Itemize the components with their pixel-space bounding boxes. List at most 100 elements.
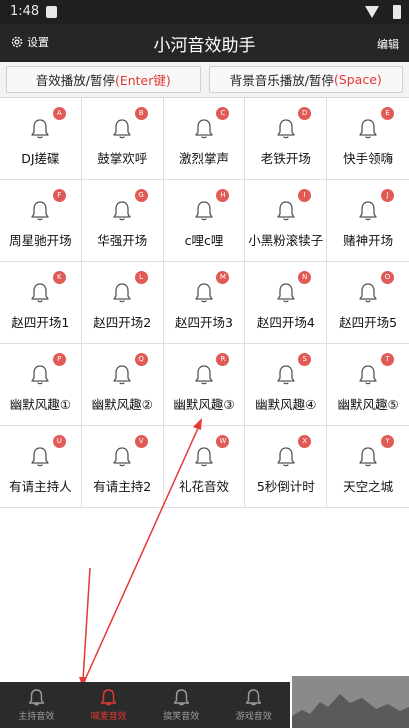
bell-icon [277, 365, 295, 385]
shortcut-badge: R [216, 353, 230, 366]
sound-button[interactable]: X 5秒倒计时 [245, 426, 328, 508]
sound-label: 幽默风趣③ [173, 397, 235, 412]
sound-button[interactable]: Q 幽默风趣② [81, 344, 164, 426]
shortcut-badge: J [381, 189, 394, 202]
sound-button[interactable]: A DJ搓碟 [0, 98, 82, 180]
gear-icon [11, 36, 23, 48]
shortcut-badge: T [381, 353, 394, 366]
sound-label: 5秒倒计时 [256, 479, 315, 494]
sound-button[interactable]: U 有请主持人 [0, 426, 82, 508]
sound-button[interactable]: T 幽默风趣⑤ [327, 344, 409, 426]
bgm-play-pause-label: 背景音乐播放/暂停 [229, 73, 334, 88]
sound-button[interactable]: Hc哩c哩 [163, 180, 246, 262]
sound-button[interactable]: Y 天空之城 [327, 426, 409, 508]
sound-button[interactable]: V 有请主持2 [81, 426, 164, 508]
bell-icon [195, 283, 213, 303]
bgm-play-pause-button[interactable]: 背景音乐播放/暂停 (Space) [208, 66, 403, 93]
sound-button[interactable]: L 赵四开场2 [81, 262, 164, 344]
sound-button[interactable]: G 华强开场 [81, 180, 164, 262]
settings-button[interactable]: 设置 [10, 34, 49, 50]
shortcut-badge: Q [134, 353, 148, 366]
shortcut-badge: U [52, 435, 66, 448]
sound-button[interactable]: I 小黑粉滚犊子 [245, 180, 328, 262]
sound-label: 幽默风趣① [9, 397, 71, 412]
bell-icon [101, 689, 117, 706]
sound-grid: A DJ搓碟 B 鼓掌欢呼 C 激烈掌声 D 老铁开场 E 快手领嗨 F 周星驰开场 G 华强开场 Hc哩c… [0, 98, 409, 508]
mountain-image [292, 676, 409, 728]
bell-icon [359, 283, 377, 303]
shortcut-badge: L [134, 271, 148, 284]
sound-button[interactable]: P 幽默风趣① [0, 344, 82, 426]
shortcut-badge: M [216, 271, 230, 284]
shortcut-badge: D [298, 107, 312, 120]
sfx-play-pause-label: 音效播放/暂停 [35, 73, 115, 88]
sound-button[interactable]: M 赵四开场3 [163, 262, 246, 344]
sound-button[interactable]: N 赵四开场4 [245, 262, 328, 344]
sound-label: 有请主持人 [9, 479, 72, 494]
shortcut-badge: C [216, 107, 230, 120]
bottom-nav: 主持音效 喊麦音效 搞笑音效 游戏音效 [0, 682, 290, 728]
settings-label: 设置 [27, 36, 49, 49]
sfx-shortcut-key: (Enter键) [114, 73, 171, 88]
sound-button[interactable]: C 激烈掌声 [163, 98, 246, 180]
bell-icon [31, 283, 50, 303]
sound-label: 幽默风趣④ [255, 397, 317, 412]
sound-button[interactable]: R 幽默风趣③ [163, 344, 246, 426]
bell-icon [28, 689, 44, 706]
sound-button[interactable]: B 鼓掌欢呼 [81, 98, 164, 180]
shortcut-badge: B [134, 107, 148, 120]
sound-label: 小黑粉滚犊子 [248, 233, 324, 248]
shortcut-badge: S [298, 353, 312, 366]
bell-icon [113, 365, 131, 385]
bell-icon [31, 447, 50, 467]
sound-label: 有请主持2 [93, 479, 152, 494]
nav-tab[interactable]: 搞笑音效 [145, 682, 218, 728]
sound-button[interactable]: E 快手领嗨 [327, 98, 409, 180]
sound-button[interactable]: W 礼花音效 [163, 426, 246, 508]
sound-label: DJ搓碟 [21, 151, 60, 166]
bell-icon [173, 689, 189, 706]
shortcut-badge: A [52, 107, 66, 120]
sound-button[interactable]: J 赌神开场 [327, 180, 409, 262]
sound-button[interactable]: K 赵四开场1 [0, 262, 82, 344]
shortcut-badge: F [52, 189, 66, 202]
nav-tab-label: 游戏音效 [235, 712, 272, 722]
shortcut-badge: Y [381, 435, 394, 448]
status-bar: 1:48 [0, 0, 409, 24]
sound-label: 天空之城 [343, 479, 394, 494]
sound-label: 幽默风趣⑤ [337, 397, 399, 412]
shortcut-badge: N [298, 271, 312, 284]
playback-controls: 音效播放/暂停 (Enter键) 背景音乐播放/暂停 (Space) [0, 62, 409, 98]
sound-button[interactable]: S 幽默风趣④ [245, 344, 328, 426]
shortcut-badge: W [216, 435, 230, 448]
app-header: 设置 小河音效助手 编辑 [0, 24, 409, 62]
sound-label: 赵四开场4 [256, 315, 315, 330]
bell-icon [195, 365, 213, 385]
sfx-play-pause-button[interactable]: 音效播放/暂停 (Enter键) [6, 66, 201, 93]
shortcut-badge: H [216, 189, 230, 202]
sound-label: 快手领嗨 [343, 151, 394, 166]
wifi-icon [365, 6, 379, 18]
nav-tab[interactable]: 主持音效 [0, 682, 73, 728]
sound-label: 礼花音效 [178, 479, 229, 494]
sound-button[interactable]: D 老铁开场 [245, 98, 328, 180]
sound-button[interactable]: F 周星驰开场 [0, 180, 82, 262]
shortcut-badge: I [298, 189, 312, 202]
sound-button[interactable]: O 赵四开场5 [327, 262, 409, 344]
sound-label: 幽默风趣② [91, 397, 153, 412]
bell-icon [277, 201, 295, 221]
edit-button[interactable]: 编辑 [377, 36, 399, 52]
status-time: 1:48 [10, 4, 40, 19]
sound-label: 鼓掌欢呼 [97, 151, 148, 166]
nav-tab[interactable]: 喊麦音效 [73, 682, 146, 728]
nav-tab[interactable]: 游戏音效 [218, 682, 291, 728]
bell-icon [31, 201, 50, 221]
sound-label: 周星驰开场 [9, 233, 72, 248]
bell-icon [277, 447, 295, 467]
preview-thumbnail [292, 676, 409, 728]
shortcut-badge: G [134, 189, 148, 202]
shortcut-badge: X [298, 435, 312, 448]
sound-label: 赵四开场2 [93, 315, 152, 330]
nav-tab-label: 主持音效 [18, 712, 55, 722]
nav-tab-label: 喊麦音效 [90, 712, 127, 722]
